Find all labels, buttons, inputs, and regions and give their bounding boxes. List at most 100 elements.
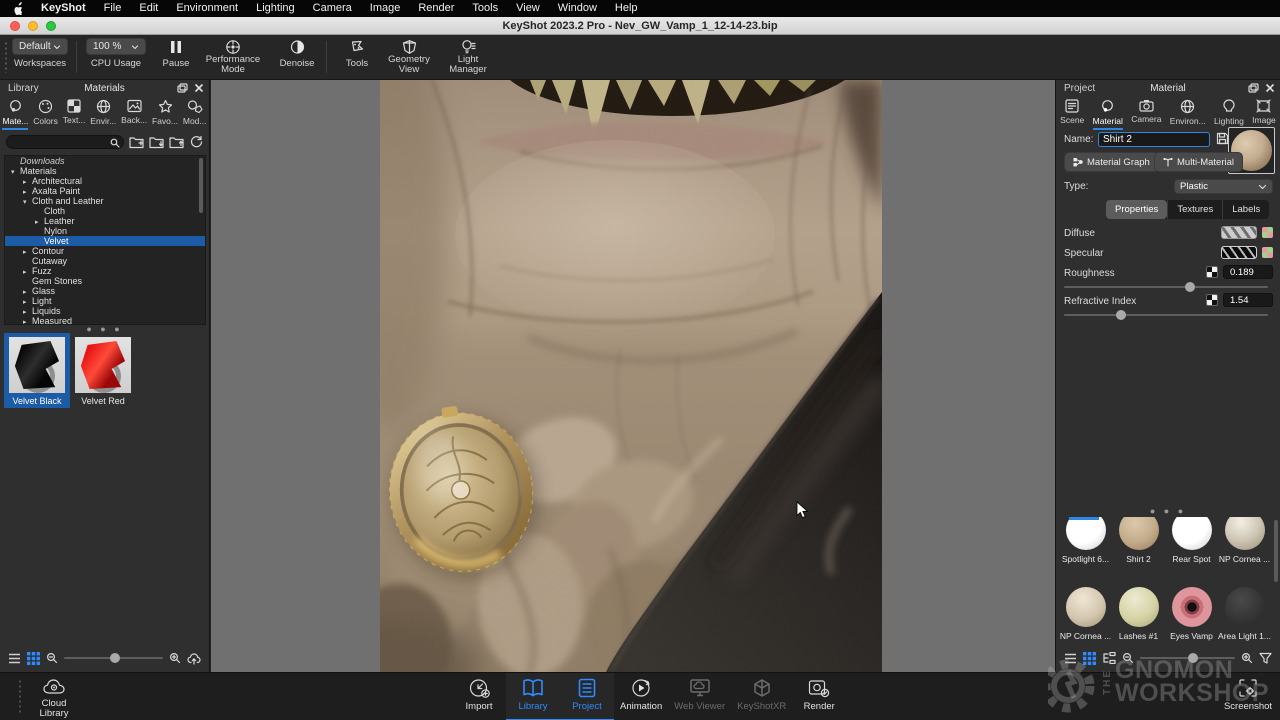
cpu-usage-control[interactable]: 100 % CPU Usage xyxy=(86,38,146,78)
tree-view-icon[interactable] xyxy=(1102,652,1116,664)
workspaces-dropdown[interactable]: Default xyxy=(12,38,68,55)
material-type-dropdown[interactable]: Plastic xyxy=(1174,179,1273,194)
thumbnail-size-slider[interactable] xyxy=(1140,657,1235,659)
tab-image[interactable]: Image xyxy=(1252,99,1276,130)
keyshotxr-button[interactable]: KeyShotXR xyxy=(731,673,792,719)
roughness-slider[interactable] xyxy=(1064,286,1268,288)
tree-expand-arrow[interactable]: ▸ xyxy=(23,318,32,325)
pause-button[interactable]: Pause xyxy=(158,38,194,78)
grid-view-icon[interactable] xyxy=(27,652,40,665)
menubar-item[interactable]: Environment xyxy=(167,0,247,17)
tree-item[interactable]: ▸Architectural xyxy=(5,176,205,186)
tree-item[interactable]: ▸Light xyxy=(5,296,205,306)
material-name-input[interactable] xyxy=(1098,132,1210,147)
apple-logo-icon[interactable] xyxy=(12,2,24,15)
tree-item[interactable]: ▾Materials xyxy=(5,166,205,176)
subtab-textures[interactable]: Textures xyxy=(1167,200,1222,219)
thumbnail-size-slider-handle[interactable] xyxy=(1188,653,1198,663)
tab-textures[interactable]: Text... xyxy=(63,99,86,130)
zoom-in-icon[interactable] xyxy=(1241,652,1253,664)
cpu-usage-dropdown[interactable]: 100 % xyxy=(86,38,146,55)
list-view-icon[interactable] xyxy=(1064,653,1077,664)
project-material-thumbnail[interactable]: Eyes Vamp xyxy=(1165,581,1218,645)
project-material-thumbnail[interactable]: NP Cornea ... xyxy=(1059,581,1112,645)
animation-button[interactable]: Animation xyxy=(614,673,668,719)
tools-button[interactable]: Tools xyxy=(338,38,376,78)
project-button[interactable]: Project xyxy=(560,673,614,719)
tab-models[interactable]: Mod... xyxy=(183,99,207,130)
tree-item[interactable]: ▸Contour xyxy=(5,246,205,256)
diffuse-color-swatch[interactable] xyxy=(1221,226,1257,239)
filter-icon[interactable] xyxy=(1259,652,1272,664)
refractive-index-slider[interactable] xyxy=(1064,314,1268,316)
tab-material[interactable]: Material xyxy=(1093,99,1123,130)
tree-item[interactable]: Downloads xyxy=(5,156,205,166)
tree-item[interactable]: Cloth xyxy=(5,206,205,216)
tab-lighting[interactable]: Lighting xyxy=(1214,99,1244,130)
menubar-item[interactable]: Render xyxy=(409,0,463,17)
tree-item[interactable]: ▾Cloth and Leather xyxy=(5,196,205,206)
project-material-thumbnail[interactable]: Rear Spot xyxy=(1165,517,1218,581)
geometry-view-button[interactable]: Geometry View xyxy=(382,38,436,78)
material-thumbnail[interactable]: Velvet Red xyxy=(70,333,136,408)
menubar-item[interactable]: Edit xyxy=(130,0,167,17)
subtab-labels[interactable]: Labels xyxy=(1222,200,1269,219)
add-folder-icon[interactable] xyxy=(129,135,144,149)
project-thumbnails-scrollbar[interactable] xyxy=(1274,520,1278,582)
project-material-thumbnail[interactable]: Area Light 1... xyxy=(1218,581,1271,645)
thumbnail-size-slider-handle[interactable] xyxy=(110,653,120,663)
menubar-item[interactable]: View xyxy=(507,0,549,17)
menubar-item[interactable]: Camera xyxy=(304,0,361,17)
tree-item[interactable]: Gem Stones xyxy=(5,276,205,286)
specular-color-swatch[interactable] xyxy=(1221,246,1257,259)
roughness-texture-icon[interactable] xyxy=(1206,266,1218,278)
tab-environments[interactable]: Envir... xyxy=(90,99,116,130)
material-thumbnail[interactable]: Velvet Black xyxy=(4,333,70,408)
project-splitter-handle[interactable]: ● ● ● xyxy=(1056,508,1280,514)
close-panel-icon[interactable] xyxy=(1265,83,1275,93)
float-panel-icon[interactable] xyxy=(177,83,188,93)
diffuse-texture-toggle-icon[interactable] xyxy=(1262,227,1273,238)
cloud-library-button[interactable]: Cloud Library xyxy=(26,673,82,719)
subtab-properties[interactable]: Properties xyxy=(1106,200,1167,219)
float-panel-icon[interactable] xyxy=(1248,83,1259,93)
tree-item[interactable]: Velvet xyxy=(5,236,205,246)
tab-colors[interactable]: Colors xyxy=(33,99,58,130)
performance-mode-button[interactable]: Performance Mode xyxy=(200,38,266,78)
menubar-item[interactable]: Tools xyxy=(463,0,507,17)
grid-view-icon[interactable] xyxy=(1083,652,1096,665)
zoom-out-icon[interactable] xyxy=(1122,652,1134,664)
zoom-out-icon[interactable] xyxy=(46,652,58,664)
tab-favorites[interactable]: Favo... xyxy=(152,99,178,130)
refractive-index-value[interactable]: 1.54 xyxy=(1223,293,1273,307)
project-material-thumbnail[interactable]: NP Cornea ... xyxy=(1218,517,1271,581)
menubar-item[interactable]: Lighting xyxy=(247,0,304,17)
material-graph-button[interactable]: Material Graph xyxy=(1064,152,1159,172)
tree-scrollbar[interactable] xyxy=(199,158,203,213)
tab-environment[interactable]: Environ... xyxy=(1170,99,1206,130)
workspaces-control[interactable]: Default Workspaces xyxy=(12,38,68,78)
library-search-field[interactable] xyxy=(6,135,124,149)
thumbnail-size-slider[interactable] xyxy=(64,657,163,659)
multi-material-button[interactable]: Multi-Material xyxy=(1154,152,1243,172)
tree-item[interactable]: ▸Liquids xyxy=(5,306,205,316)
tab-scene[interactable]: Scene xyxy=(1060,99,1084,130)
web-viewer-button[interactable]: Web Viewer xyxy=(668,673,731,719)
tree-item[interactable]: ▸Fuzz xyxy=(5,266,205,276)
menubar-item[interactable]: KeyShot xyxy=(32,0,95,17)
denoise-button[interactable]: Denoise xyxy=(276,38,318,78)
tree-item[interactable]: ▸Axalta Paint xyxy=(5,186,205,196)
export-folder-icon[interactable] xyxy=(169,135,184,149)
library-splitter-handle[interactable]: ● ● ● xyxy=(0,326,209,332)
tree-item[interactable]: ▸Glass xyxy=(5,286,205,296)
zoom-in-icon[interactable] xyxy=(169,652,181,664)
specular-texture-toggle-icon[interactable] xyxy=(1262,247,1273,258)
menubar-item[interactable]: File xyxy=(95,0,131,17)
bottombar-drag-handle[interactable] xyxy=(18,679,22,715)
tree-item[interactable]: ▸Leather xyxy=(5,216,205,226)
project-material-thumbnail[interactable]: Lashes #1 xyxy=(1112,581,1165,645)
roughness-value[interactable]: 0.189 xyxy=(1223,265,1273,279)
menubar-item[interactable]: Image xyxy=(361,0,410,17)
roughness-slider-handle[interactable] xyxy=(1185,282,1195,292)
tab-camera[interactable]: Camera xyxy=(1131,99,1161,130)
